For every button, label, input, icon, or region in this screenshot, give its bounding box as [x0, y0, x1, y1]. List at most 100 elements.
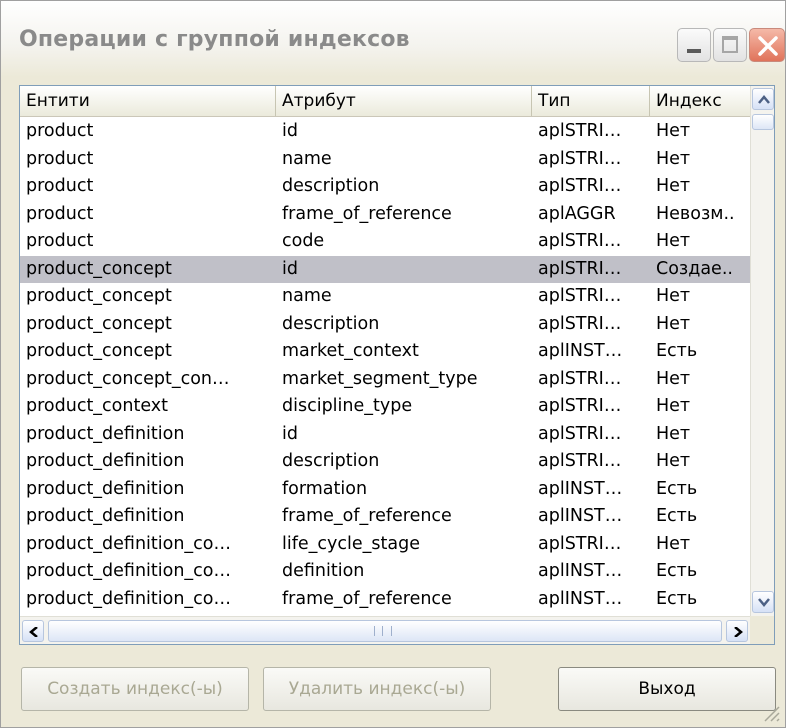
entity-cell: product_definition_co…	[26, 588, 232, 609]
attribute-cell: discipline_type	[282, 396, 413, 416]
attribute-cell: id	[282, 258, 298, 279]
table-row[interactable]: product_concept description aplSTRI… Нет	[20, 311, 750, 339]
type-cell: aplSTRI…	[538, 396, 622, 416]
index-cell: Нет	[656, 451, 691, 471]
entity-cell: product_concept	[26, 286, 172, 306]
maximize-icon	[722, 36, 738, 53]
index-cell: Нет	[656, 533, 691, 554]
resize-grip-icon[interactable]	[759, 701, 781, 723]
table-row[interactable]: product_definition frame_of_reference aplI…	[20, 503, 750, 531]
table-row[interactable]: product name aplSTRI… Нет	[20, 146, 750, 174]
table-row[interactable]: product_definition formation aplINST… Есть	[20, 476, 750, 504]
list-header: Ентити Атрибут Тип Индекс	[20, 86, 750, 117]
window-title: Операции с группой индексов	[19, 27, 410, 52]
table-row[interactable]: product_definition_co… frame_of_reference…	[20, 586, 750, 614]
entity-cell: product	[26, 121, 94, 141]
type-cell: aplSTRI…	[538, 368, 622, 389]
index-cell: Создае..	[656, 258, 733, 279]
type-cell: aplSTRI…	[538, 313, 622, 334]
column-header-entity[interactable]: Ентити	[20, 86, 276, 116]
entity-cell: product_concept	[26, 258, 172, 279]
entity-cell: product_definition_co…	[26, 561, 232, 581]
column-header-index[interactable]: Индекс	[650, 86, 750, 116]
entity-cell: product	[26, 176, 94, 196]
horizontal-scrollbar[interactable]	[20, 616, 750, 644]
table-row[interactable]: product_definition_co… definition aplINST……	[20, 558, 750, 586]
exit-button[interactable]: Выход	[558, 667, 776, 711]
index-cell: Есть	[656, 506, 698, 526]
entity-cell: product_context	[26, 396, 169, 416]
index-cell: Нет	[656, 231, 691, 251]
table-row[interactable]: product id aplSTRI… Нет	[20, 118, 750, 146]
index-cell: Нет	[656, 313, 691, 334]
table-row[interactable]: product_concept market_context aplINST… Ест…	[20, 338, 750, 366]
vertical-scroll-thumb[interactable]	[752, 114, 774, 130]
type-cell: aplSTRI…	[538, 258, 622, 279]
column-header-attribute[interactable]: Атрибут	[276, 86, 532, 116]
attribute-cell: market_context	[282, 341, 419, 361]
table-row[interactable]: product_concept name aplSTRI… Нет	[20, 283, 750, 311]
title-bar[interactable]: Операции с группой индексов	[1, 1, 785, 77]
table-row[interactable]: product description aplSTRI… Нет	[20, 173, 750, 201]
horizontal-scroll-thumb[interactable]	[48, 620, 722, 642]
type-cell: aplINST…	[538, 506, 623, 526]
attribute-cell: code	[282, 231, 325, 251]
table-row[interactable]: product_definition description aplSTRI… Нет	[20, 448, 750, 476]
index-cell: Есть	[656, 588, 698, 609]
minimize-icon	[687, 49, 701, 53]
entity-cell: product	[26, 148, 94, 169]
attribute-cell: market_segment_type	[282, 368, 478, 389]
delete-index-button[interactable]: Удалить индекс(-ы)	[263, 667, 491, 711]
table-row[interactable]: product frame_of_reference aplAGGR Невозм..	[20, 201, 750, 229]
close-button[interactable]	[749, 28, 785, 62]
index-cell: Невозм..	[656, 203, 735, 224]
scroll-up-button[interactable]	[752, 88, 774, 110]
table-row[interactable]: product_definition id aplSTRI… Нет	[20, 421, 750, 449]
type-cell: aplAGGR	[538, 203, 616, 224]
type-cell: aplINST…	[538, 478, 623, 499]
create-index-button[interactable]: Создать индекс(-ы)	[21, 667, 249, 711]
scroll-right-button[interactable]	[726, 620, 748, 642]
index-cell: Нет	[656, 176, 691, 196]
index-cell: Нет	[656, 396, 691, 416]
entity-cell: product_definition	[26, 423, 185, 444]
index-list[interactable]: Ентити Атрибут Тип Индекс product id aplST…	[19, 85, 775, 645]
attribute-cell: formation	[282, 478, 368, 499]
attribute-cell: name	[282, 148, 332, 169]
table-row[interactable]: product_definition_co… life_cycle_stage ap…	[20, 531, 750, 559]
type-cell: aplSTRI…	[538, 121, 622, 141]
entity-cell: product_concept	[26, 313, 172, 334]
attribute-cell: name	[282, 286, 332, 306]
attribute-cell: description	[282, 176, 380, 196]
attribute-cell: life_cycle_stage	[282, 533, 420, 554]
vertical-scrollbar[interactable]	[750, 86, 774, 616]
table-row[interactable]: product_concept id aplSTRI… Создае..	[20, 255, 750, 283]
index-cell: Нет	[656, 286, 691, 306]
attribute-cell: frame_of_reference	[282, 506, 452, 526]
scroll-grip-icon	[374, 626, 392, 636]
dialog-window: Операции с группой индексов Ентити Атриб…	[0, 0, 786, 728]
attribute-cell: id	[282, 121, 298, 141]
type-cell: aplINST…	[538, 561, 623, 581]
minimize-button[interactable]	[677, 28, 711, 62]
arrow-left-icon	[29, 627, 38, 637]
maximize-button[interactable]	[713, 28, 747, 62]
table-row[interactable]: product_context discipline_type aplSTRI… Не…	[20, 393, 750, 421]
arrow-down-icon	[758, 598, 770, 607]
type-cell: aplSTRI…	[538, 423, 622, 444]
scroll-down-button[interactable]	[752, 591, 774, 613]
column-header-type[interactable]: Тип	[532, 86, 650, 116]
attribute-cell: description	[282, 313, 380, 334]
arrow-up-icon	[758, 95, 770, 104]
scroll-left-button[interactable]	[22, 620, 44, 642]
type-cell: aplSTRI…	[538, 148, 622, 169]
attribute-cell: definition	[282, 561, 365, 581]
attribute-cell: description	[282, 451, 380, 471]
scroll-corner	[750, 616, 774, 644]
entity-cell: product	[26, 203, 94, 224]
table-row[interactable]: product code aplSTRI… Нет	[20, 228, 750, 256]
entity-cell: product_definition	[26, 478, 185, 499]
table-row[interactable]: product_concept_con… market_segment_type a…	[20, 366, 750, 394]
index-cell: Нет	[656, 148, 691, 169]
entity-cell: product	[26, 231, 94, 251]
